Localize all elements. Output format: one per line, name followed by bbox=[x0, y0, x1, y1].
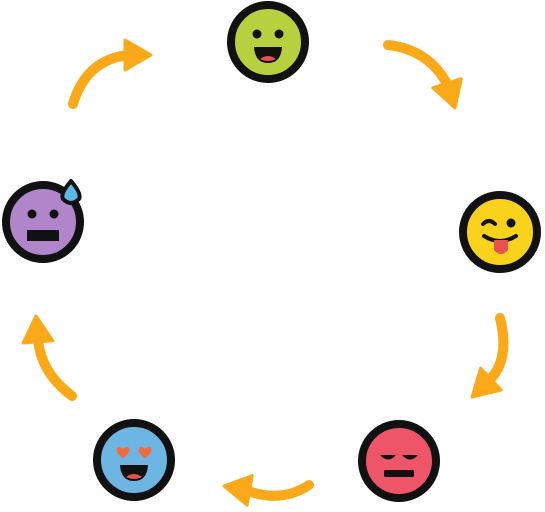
left-eye bbox=[27, 209, 37, 219]
disappointed-face-icon bbox=[358, 420, 440, 502]
sweat-drop-icon bbox=[60, 179, 82, 205]
arrow-head bbox=[21, 314, 55, 345]
arrow-anxious-to-happy bbox=[68, 38, 153, 109]
right-eye bbox=[506, 218, 516, 228]
tongue bbox=[494, 240, 508, 254]
arrow-head bbox=[123, 38, 153, 72]
heart-eyes-face-icon bbox=[93, 419, 175, 501]
face-disc bbox=[227, 1, 309, 83]
arrow-shaft bbox=[33, 333, 77, 401]
arrows-layer bbox=[21, 38, 509, 507]
arrow-head bbox=[222, 474, 254, 507]
smiling-face-icon bbox=[227, 1, 309, 83]
mouth bbox=[384, 470, 414, 477]
arrow-shaft bbox=[68, 50, 133, 109]
arrow-happy-to-silly bbox=[383, 40, 463, 110]
face-disc bbox=[358, 420, 440, 502]
face-disc bbox=[459, 191, 541, 273]
right-eye bbox=[49, 209, 59, 219]
sweating-face-icon bbox=[2, 179, 84, 263]
arrow-silly-to-sad bbox=[470, 313, 509, 399]
arrow-head bbox=[431, 77, 463, 110]
arrow-in-love-to-anxious bbox=[21, 314, 77, 401]
left-eye bbox=[252, 29, 262, 39]
arrow-shaft bbox=[243, 480, 314, 501]
mood-cycle-diagram bbox=[2, 1, 541, 507]
face-disc bbox=[93, 419, 175, 501]
arrow-shaft bbox=[383, 40, 455, 95]
winking-tongue-face-icon bbox=[459, 191, 541, 273]
right-eye bbox=[274, 29, 284, 39]
arrow-sad-to-in-love bbox=[222, 474, 314, 507]
